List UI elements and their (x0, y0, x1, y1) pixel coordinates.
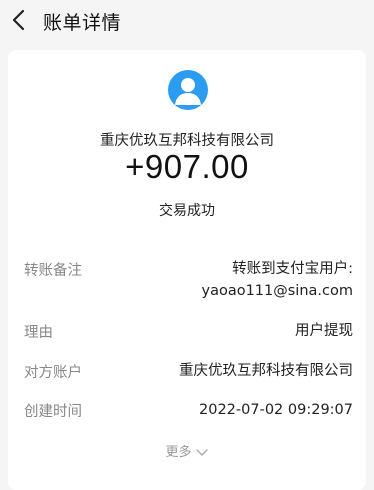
more-button[interactable]: 更多 (8, 441, 366, 460)
top-nav-bar: 账单详情 (0, 0, 374, 44)
more-label: 更多 (165, 445, 192, 460)
reason-value: 用户提现 (295, 323, 353, 339)
back-button[interactable] (6, 4, 34, 36)
transfer-note-label: 转账备注 (24, 263, 82, 279)
transaction-amount: +907.00 (125, 148, 249, 185)
transfer-note-value: 转账到支付宝用户: yaoao111@sina.com (201, 258, 353, 302)
counterparty-account-value: 重庆优玖互邦科技有限公司 (179, 363, 353, 379)
counterparty-name: 重庆优玖互邦科技有限公司 (100, 133, 274, 149)
chevron-left-icon (12, 9, 25, 31)
transfer-note-line-2: yaoao111@sina.com (201, 283, 353, 299)
reason-label: 理由 (24, 325, 53, 341)
page-title: 账单详情 (43, 12, 122, 34)
bill-detail-card: 重庆优玖互邦科技有限公司 +907.00 交易成功 转账备注 转账到支付宝用户:… (8, 50, 366, 490)
counterparty-account-label: 对方账户 (24, 365, 82, 381)
transfer-note-line-1: 转账到支付宝用户: (232, 261, 353, 277)
user-avatar-icon (168, 70, 208, 110)
created-time-value: 2022-07-02 09:29:07 (199, 402, 353, 418)
created-time-label: 创建时间 (24, 404, 82, 420)
chevron-down-icon (195, 448, 208, 456)
transaction-status: 交易成功 (159, 203, 215, 219)
